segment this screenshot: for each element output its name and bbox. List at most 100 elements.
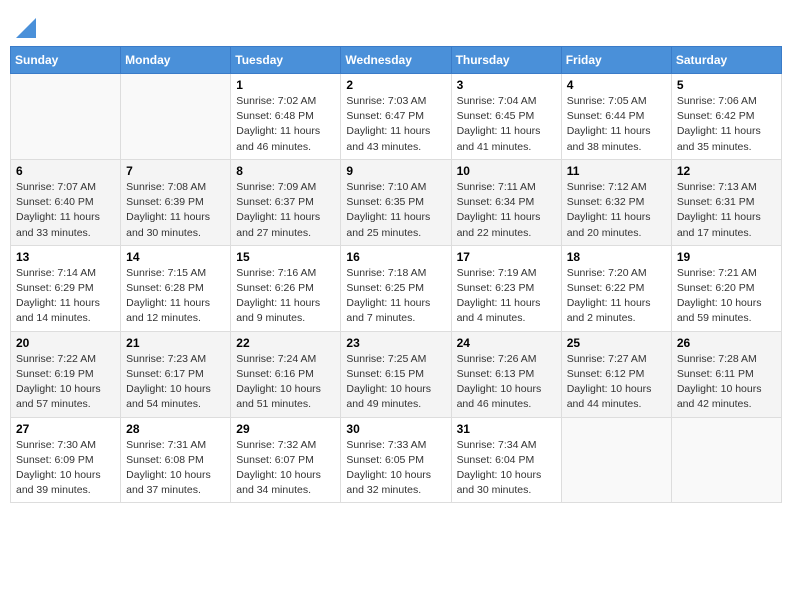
day-number: 19	[677, 250, 776, 264]
calendar-cell: 25 Sunrise: 7:27 AMSunset: 6:12 PMDayligh…	[561, 331, 671, 417]
calendar-cell: 7 Sunrise: 7:08 AMSunset: 6:39 PMDaylight…	[121, 159, 231, 245]
day-number: 20	[16, 336, 115, 350]
logo-icon	[16, 14, 36, 38]
day-number: 30	[346, 422, 445, 436]
day-number: 6	[16, 164, 115, 178]
calendar-cell: 26 Sunrise: 7:28 AMSunset: 6:11 PMDayligh…	[671, 331, 781, 417]
day-info: Sunrise: 7:16 AMSunset: 6:26 PMDaylight:…	[236, 266, 335, 327]
day-number: 17	[457, 250, 556, 264]
day-info: Sunrise: 7:24 AMSunset: 6:16 PMDaylight:…	[236, 352, 335, 413]
day-number: 1	[236, 78, 335, 92]
day-info: Sunrise: 7:14 AMSunset: 6:29 PMDaylight:…	[16, 266, 115, 327]
calendar-cell: 23 Sunrise: 7:25 AMSunset: 6:15 PMDayligh…	[341, 331, 451, 417]
weekday-header: Thursday	[451, 47, 561, 74]
calendar-cell	[561, 417, 671, 503]
calendar-cell: 21 Sunrise: 7:23 AMSunset: 6:17 PMDayligh…	[121, 331, 231, 417]
day-number: 29	[236, 422, 335, 436]
day-number: 12	[677, 164, 776, 178]
day-number: 10	[457, 164, 556, 178]
day-number: 3	[457, 78, 556, 92]
calendar-week-row: 27 Sunrise: 7:30 AMSunset: 6:09 PMDayligh…	[11, 417, 782, 503]
day-info: Sunrise: 7:07 AMSunset: 6:40 PMDaylight:…	[16, 180, 115, 241]
logo	[14, 10, 36, 38]
weekday-header: Friday	[561, 47, 671, 74]
day-number: 14	[126, 250, 225, 264]
day-number: 5	[677, 78, 776, 92]
calendar-cell: 13 Sunrise: 7:14 AMSunset: 6:29 PMDayligh…	[11, 245, 121, 331]
day-info: Sunrise: 7:18 AMSunset: 6:25 PMDaylight:…	[346, 266, 445, 327]
calendar-cell	[121, 74, 231, 160]
day-number: 16	[346, 250, 445, 264]
calendar-cell: 18 Sunrise: 7:20 AMSunset: 6:22 PMDayligh…	[561, 245, 671, 331]
day-info: Sunrise: 7:22 AMSunset: 6:19 PMDaylight:…	[16, 352, 115, 413]
day-info: Sunrise: 7:30 AMSunset: 6:09 PMDaylight:…	[16, 438, 115, 499]
day-number: 22	[236, 336, 335, 350]
calendar-cell: 9Sunrise: 7:10 AMSunset: 6:35 PMDaylight…	[341, 159, 451, 245]
day-info: Sunrise: 7:31 AMSunset: 6:08 PMDaylight:…	[126, 438, 225, 499]
weekday-header: Monday	[121, 47, 231, 74]
day-number: 2	[346, 78, 445, 92]
calendar-cell: 17 Sunrise: 7:19 AMSunset: 6:23 PMDayligh…	[451, 245, 561, 331]
calendar-cell: 20 Sunrise: 7:22 AMSunset: 6:19 PMDayligh…	[11, 331, 121, 417]
day-number: 11	[567, 164, 666, 178]
calendar-table: SundayMondayTuesdayWednesdayThursdayFrid…	[10, 46, 782, 503]
calendar-cell: 2 Sunrise: 7:03 AMSunset: 6:47 PMDaylight…	[341, 74, 451, 160]
day-number: 13	[16, 250, 115, 264]
day-info: Sunrise: 7:33 AMSunset: 6:05 PMDaylight:…	[346, 438, 445, 499]
calendar-week-row: 6 Sunrise: 7:07 AMSunset: 6:40 PMDaylight…	[11, 159, 782, 245]
calendar-cell: 11 Sunrise: 7:12 AMSunset: 6:32 PMDayligh…	[561, 159, 671, 245]
calendar-cell: 8 Sunrise: 7:09 AMSunset: 6:37 PMDaylight…	[231, 159, 341, 245]
calendar-cell: 19Sunrise: 7:21 AMSunset: 6:20 PMDayligh…	[671, 245, 781, 331]
calendar-cell: 27 Sunrise: 7:30 AMSunset: 6:09 PMDayligh…	[11, 417, 121, 503]
day-number: 8	[236, 164, 335, 178]
day-number: 21	[126, 336, 225, 350]
calendar-cell: 6 Sunrise: 7:07 AMSunset: 6:40 PMDaylight…	[11, 159, 121, 245]
day-info: Sunrise: 7:27 AMSunset: 6:12 PMDaylight:…	[567, 352, 666, 413]
calendar-cell: 12Sunrise: 7:13 AMSunset: 6:31 PMDayligh…	[671, 159, 781, 245]
day-info: Sunrise: 7:02 AMSunset: 6:48 PMDaylight:…	[236, 94, 335, 155]
day-info: Sunrise: 7:19 AMSunset: 6:23 PMDaylight:…	[457, 266, 556, 327]
weekday-header: Sunday	[11, 47, 121, 74]
calendar-cell	[11, 74, 121, 160]
calendar-cell: 31 Sunrise: 7:34 AMSunset: 6:04 PMDayligh…	[451, 417, 561, 503]
day-info: Sunrise: 7:34 AMSunset: 6:04 PMDaylight:…	[457, 438, 556, 499]
day-info: Sunrise: 7:06 AMSunset: 6:42 PMDaylight:…	[677, 94, 776, 155]
weekday-header: Saturday	[671, 47, 781, 74]
day-number: 28	[126, 422, 225, 436]
calendar-week-row: 1 Sunrise: 7:02 AMSunset: 6:48 PMDaylight…	[11, 74, 782, 160]
day-number: 15	[236, 250, 335, 264]
day-number: 7	[126, 164, 225, 178]
calendar-week-row: 13 Sunrise: 7:14 AMSunset: 6:29 PMDayligh…	[11, 245, 782, 331]
calendar-cell: 1 Sunrise: 7:02 AMSunset: 6:48 PMDaylight…	[231, 74, 341, 160]
day-info: Sunrise: 7:26 AMSunset: 6:13 PMDaylight:…	[457, 352, 556, 413]
day-number: 4	[567, 78, 666, 92]
weekday-header: Wednesday	[341, 47, 451, 74]
day-info: Sunrise: 7:09 AMSunset: 6:37 PMDaylight:…	[236, 180, 335, 241]
day-info: Sunrise: 7:08 AMSunset: 6:39 PMDaylight:…	[126, 180, 225, 241]
calendar-cell: 3 Sunrise: 7:04 AMSunset: 6:45 PMDaylight…	[451, 74, 561, 160]
calendar-cell: 29 Sunrise: 7:32 AMSunset: 6:07 PMDayligh…	[231, 417, 341, 503]
day-info: Sunrise: 7:25 AMSunset: 6:15 PMDaylight:…	[346, 352, 445, 413]
day-info: Sunrise: 7:12 AMSunset: 6:32 PMDaylight:…	[567, 180, 666, 241]
day-info: Sunrise: 7:10 AMSunset: 6:35 PMDaylight:…	[346, 180, 445, 241]
day-info: Sunrise: 7:20 AMSunset: 6:22 PMDaylight:…	[567, 266, 666, 327]
calendar-cell	[671, 417, 781, 503]
calendar-header-row: SundayMondayTuesdayWednesdayThursdayFrid…	[11, 47, 782, 74]
calendar-cell: 10Sunrise: 7:11 AMSunset: 6:34 PMDayligh…	[451, 159, 561, 245]
calendar-cell: 4Sunrise: 7:05 AMSunset: 6:44 PMDaylight…	[561, 74, 671, 160]
day-info: Sunrise: 7:32 AMSunset: 6:07 PMDaylight:…	[236, 438, 335, 499]
day-info: Sunrise: 7:03 AMSunset: 6:47 PMDaylight:…	[346, 94, 445, 155]
day-number: 24	[457, 336, 556, 350]
day-info: Sunrise: 7:28 AMSunset: 6:11 PMDaylight:…	[677, 352, 776, 413]
calendar-cell: 24 Sunrise: 7:26 AMSunset: 6:13 PMDayligh…	[451, 331, 561, 417]
day-number: 26	[677, 336, 776, 350]
day-number: 25	[567, 336, 666, 350]
day-info: Sunrise: 7:23 AMSunset: 6:17 PMDaylight:…	[126, 352, 225, 413]
calendar-week-row: 20 Sunrise: 7:22 AMSunset: 6:19 PMDayligh…	[11, 331, 782, 417]
day-number: 23	[346, 336, 445, 350]
day-number: 31	[457, 422, 556, 436]
day-number: 27	[16, 422, 115, 436]
page-header	[10, 10, 782, 38]
day-number: 18	[567, 250, 666, 264]
day-info: Sunrise: 7:04 AMSunset: 6:45 PMDaylight:…	[457, 94, 556, 155]
